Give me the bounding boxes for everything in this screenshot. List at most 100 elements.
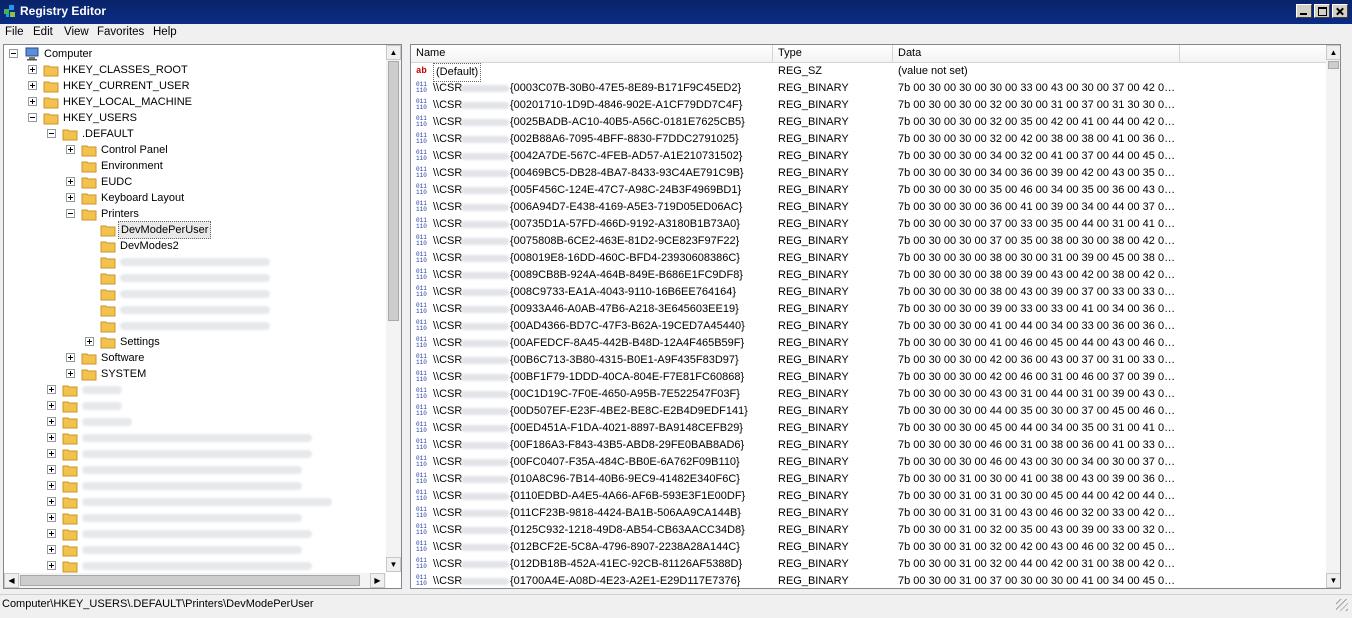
menu-view[interactable]: View xyxy=(64,26,89,38)
tree-item-computer[interactable]: Computer xyxy=(7,46,387,62)
list-row[interactable]: 011 110 \\CSR {0075808B-6CE2-463E-81D2-9CE8… xyxy=(411,233,1326,250)
tree-item-user-sid[interactable] xyxy=(7,542,387,558)
tree-vertical-scrollbar[interactable]: ▲ ▼ xyxy=(386,45,401,572)
scroll-right-arrow-icon[interactable]: ▶ xyxy=(370,573,385,588)
menu-help[interactable]: Help xyxy=(153,26,177,38)
key-tree[interactable]: Computer HKEY_CLASSES_ROOT HKEY_CURRENT_… xyxy=(3,44,402,589)
list-row[interactable]: 011 110 \\CSR {00BF1F79-1DDD-40CA-804E-F7E8… xyxy=(411,369,1326,386)
expand-icon[interactable] xyxy=(47,545,56,554)
expand-icon[interactable] xyxy=(66,193,75,202)
tree-item-user-sid[interactable] xyxy=(7,478,387,494)
tree-item-keyboard-layout[interactable]: Keyboard Layout xyxy=(7,190,387,206)
scroll-thumb[interactable] xyxy=(20,575,360,586)
tree-item-devmodeperuser[interactable]: DevModePerUser xyxy=(7,221,387,239)
collapse-icon[interactable] xyxy=(9,49,18,58)
expand-icon[interactable] xyxy=(47,385,56,394)
tree-item-user-sid[interactable] xyxy=(7,414,387,430)
tree-item-user-sid[interactable] xyxy=(7,382,387,398)
collapse-icon[interactable] xyxy=(66,209,75,218)
tree-item-hku[interactable]: HKEY_USERS xyxy=(7,110,387,126)
list-row[interactable]: 011 110 \\CSR {0089CB8B-924A-464B-849E-B686… xyxy=(411,267,1326,284)
expand-icon[interactable] xyxy=(47,433,56,442)
tree-item-system[interactable]: SYSTEM xyxy=(7,366,387,382)
tree-item-printers[interactable]: Printers xyxy=(7,206,387,222)
list-row[interactable]: 011 110 \\CSR {005F456C-124E-47C7-A98C-24B3… xyxy=(411,182,1326,199)
column-header-type[interactable]: Type xyxy=(778,47,802,59)
resize-grip-icon[interactable] xyxy=(1336,599,1348,611)
scroll-thumb[interactable] xyxy=(1328,61,1339,69)
expand-icon[interactable] xyxy=(28,81,37,90)
expand-icon[interactable] xyxy=(47,481,56,490)
menu-favorites[interactable]: Favorites xyxy=(97,26,144,38)
list-row[interactable]: 011 110 \\CSR {00ED451A-F1DA-4021-8897-BA91… xyxy=(411,420,1326,437)
tree-item-user-sid[interactable] xyxy=(7,494,387,510)
tree-item-settings[interactable]: Settings xyxy=(7,334,387,350)
expand-icon[interactable] xyxy=(47,529,56,538)
list-row[interactable]: 011 110 \\CSR {006A94D7-E438-4169-A5E3-719D… xyxy=(411,199,1326,216)
list-row[interactable]: 011 110 \\CSR {00AFEDCF-8A45-442B-B48D-12A4… xyxy=(411,335,1326,352)
expand-icon[interactable] xyxy=(66,177,75,186)
values-list[interactable]: Name Type Data ab (Default) REG_SZ (value n… xyxy=(410,44,1341,589)
tree-item-redacted[interactable] xyxy=(7,302,387,318)
list-row[interactable]: 011 110 \\CSR {0125C932-1218-49D8-AB54-CB63… xyxy=(411,522,1326,539)
collapse-icon[interactable] xyxy=(28,113,37,122)
list-row[interactable]: 011 110 \\CSR {0003C07B-30B0-47E5-8E89-B171… xyxy=(411,80,1326,97)
tree-item-control-panel[interactable]: Control Panel xyxy=(7,142,387,158)
expand-icon[interactable] xyxy=(47,449,56,458)
expand-icon[interactable] xyxy=(28,65,37,74)
column-header-data[interactable]: Data xyxy=(898,47,921,59)
tree-item-environment[interactable]: Environment xyxy=(7,158,387,174)
tree-item-redacted[interactable] xyxy=(7,270,387,286)
menu-file[interactable]: File xyxy=(5,26,24,38)
tree-item-user-sid[interactable] xyxy=(7,462,387,478)
list-row[interactable]: ab (Default) REG_SZ (value not set) xyxy=(411,63,1326,82)
tree-item-redacted[interactable] xyxy=(7,254,387,270)
expand-icon[interactable] xyxy=(85,337,94,346)
list-row[interactable]: 011 110 \\CSR {00D507EF-E23F-4BE2-BE8C-E2B4… xyxy=(411,403,1326,420)
tree-item-user-sid[interactable] xyxy=(7,398,387,414)
scroll-down-arrow-icon[interactable]: ▼ xyxy=(1326,573,1340,588)
expand-icon[interactable] xyxy=(47,561,56,570)
tree-item-hkcr[interactable]: HKEY_CLASSES_ROOT xyxy=(7,62,387,78)
expand-icon[interactable] xyxy=(47,513,56,522)
scroll-thumb[interactable] xyxy=(388,61,399,321)
list-row[interactable]: 011 110 \\CSR {0042A7DE-567C-4FEB-AD57-A1E2… xyxy=(411,148,1326,165)
tree-item-software[interactable]: Software xyxy=(7,350,387,366)
tree-item-user-sid[interactable] xyxy=(7,446,387,462)
list-row[interactable]: 011 110 \\CSR {00F186A3-F843-43B5-ABD8-29FE… xyxy=(411,437,1326,454)
list-row[interactable]: 011 110 \\CSR {00FC0407-F35A-484C-BB0E-6A76… xyxy=(411,454,1326,471)
expand-icon[interactable] xyxy=(47,417,56,426)
list-row[interactable]: 011 110 \\CSR {00201710-1D9D-4846-902E-A1CF… xyxy=(411,97,1326,114)
list-row[interactable]: 011 110 \\CSR {00933A46-A0AB-47B6-A218-3E64… xyxy=(411,301,1326,318)
list-row[interactable]: 011 110 \\CSR {010A8C96-7B14-40B6-9EC9-4148… xyxy=(411,471,1326,488)
tree-item-default[interactable]: .DEFAULT xyxy=(7,126,387,142)
list-row[interactable]: 011 110 \\CSR {00735D1A-57FD-466D-9192-A318… xyxy=(411,216,1326,233)
expand-icon[interactable] xyxy=(47,401,56,410)
tree-item-user-sid[interactable] xyxy=(7,510,387,526)
tree-item-user-sid[interactable] xyxy=(7,526,387,542)
list-row[interactable]: 011 110 \\CSR {011CF23B-9818-4424-BA1B-506A… xyxy=(411,505,1326,522)
list-row[interactable]: 011 110 \\CSR {00B6C713-3B80-4315-B0E1-A9F4… xyxy=(411,352,1326,369)
expand-icon[interactable] xyxy=(47,497,56,506)
list-row[interactable]: 011 110 \\CSR {008C9733-EA1A-4043-9110-16B6… xyxy=(411,284,1326,301)
collapse-icon[interactable] xyxy=(47,129,56,138)
list-row[interactable]: 011 110 \\CSR {002B88A6-7095-4BFF-8830-F7DD… xyxy=(411,131,1326,148)
tree-item-user-sid[interactable] xyxy=(7,430,387,446)
tree-item-devmodes2[interactable]: DevModes2 xyxy=(7,238,387,254)
scroll-up-arrow-icon[interactable]: ▲ xyxy=(1326,45,1340,60)
tree-item-redacted[interactable] xyxy=(7,286,387,302)
close-button[interactable] xyxy=(1332,4,1348,18)
list-row[interactable]: 011 110 \\CSR {00AD4366-BD7C-47F3-B62A-19CE… xyxy=(411,318,1326,335)
tree-item-redacted[interactable] xyxy=(7,318,387,334)
scroll-down-arrow-icon[interactable]: ▼ xyxy=(386,557,401,572)
expand-icon[interactable] xyxy=(66,369,75,378)
menu-edit[interactable]: Edit xyxy=(33,26,53,38)
minimize-button[interactable] xyxy=(1296,4,1312,18)
list-row[interactable]: 011 110 \\CSR {00469BC5-DB28-4BA7-8433-93C4… xyxy=(411,165,1326,182)
list-row[interactable]: 011 110 \\CSR {01700A4E-A08D-4E23-A2E1-E29D… xyxy=(411,573,1326,588)
tree-item-hkcu[interactable]: HKEY_CURRENT_USER xyxy=(7,78,387,94)
list-row[interactable]: 011 110 \\CSR {012DB18B-452A-41EC-92CB-8112… xyxy=(411,556,1326,573)
tree-horizontal-scrollbar[interactable]: ◀ ▶ xyxy=(4,573,386,588)
expand-icon[interactable] xyxy=(28,97,37,106)
maximize-button[interactable] xyxy=(1314,4,1330,18)
